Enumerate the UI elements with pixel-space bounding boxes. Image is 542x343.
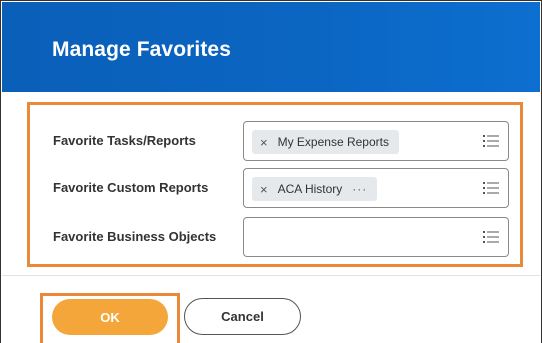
dialog-header: Manage Favorites xyxy=(2,2,540,92)
selected-item-label: My Expense Reports xyxy=(277,135,389,149)
list-prompt-icon[interactable] xyxy=(483,181,499,195)
close-icon[interactable]: × xyxy=(260,182,268,197)
favorite-custom-reports-input[interactable]: × ACA History ··· xyxy=(243,168,509,208)
close-icon[interactable]: × xyxy=(260,135,268,150)
dialog-title: Manage Favorites xyxy=(52,38,231,61)
selected-item-label: ACA History xyxy=(277,182,343,196)
form-row-favorite-tasks-reports: Favorite Tasks/Reports × My Expense Repo… xyxy=(30,121,520,161)
cancel-button[interactable]: Cancel xyxy=(184,298,301,335)
field-label: Favorite Business Objects xyxy=(53,229,217,244)
footer-divider xyxy=(2,275,540,276)
field-label: Favorite Tasks/Reports xyxy=(53,133,196,148)
favorite-business-objects-input[interactable] xyxy=(243,217,509,257)
ok-button[interactable]: OK xyxy=(52,299,168,335)
form-row-favorite-business-objects: Favorite Business Objects xyxy=(30,217,520,257)
favorites-form-highlight: Favorite Tasks/Reports × My Expense Repo… xyxy=(27,102,523,267)
selected-item-pill[interactable]: × ACA History ··· xyxy=(252,177,378,201)
dialog-window: Manage Favorites Favorite Tasks/Reports … xyxy=(0,0,542,343)
field-label: Favorite Custom Reports xyxy=(53,180,209,195)
form-row-favorite-custom-reports: Favorite Custom Reports × ACA History ··… xyxy=(30,168,520,208)
selected-item-pill[interactable]: × My Expense Reports xyxy=(252,130,399,154)
more-options-icon[interactable]: ··· xyxy=(352,182,367,196)
list-prompt-icon[interactable] xyxy=(483,134,499,148)
list-prompt-icon[interactable] xyxy=(483,230,499,244)
favorite-tasks-reports-input[interactable]: × My Expense Reports xyxy=(243,121,509,161)
